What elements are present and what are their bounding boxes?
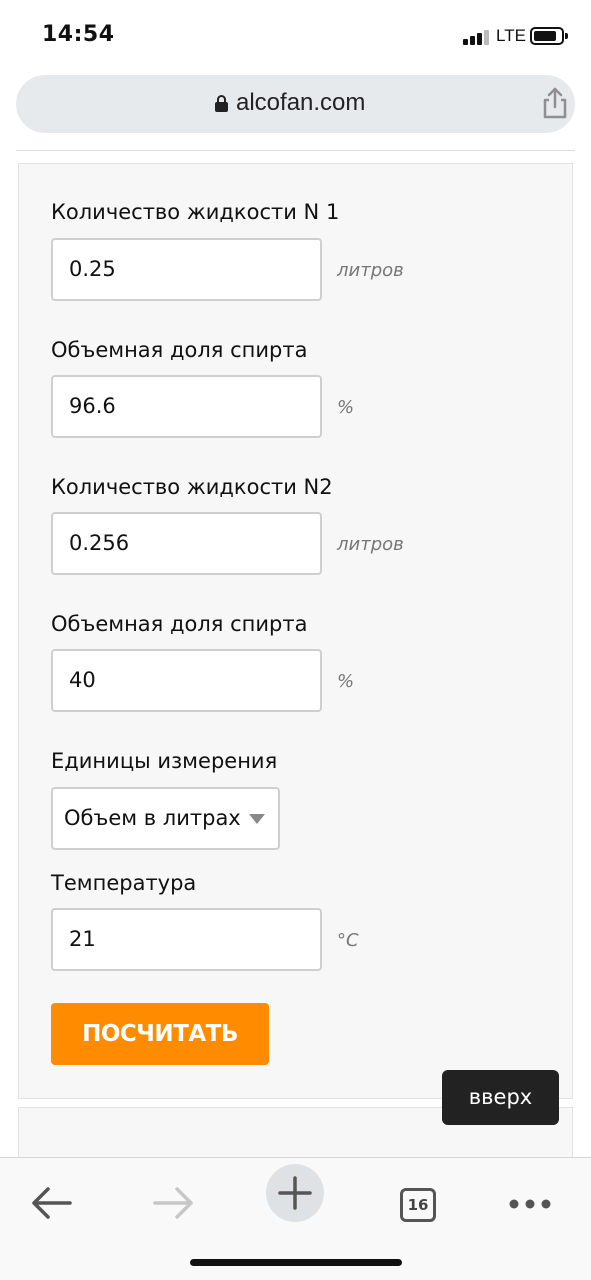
temperature-label: Температура xyxy=(51,871,197,895)
liquid2-unit: литров xyxy=(337,534,404,555)
alcohol2-unit: % xyxy=(337,671,355,692)
new-tab-button[interactable] xyxy=(266,1164,324,1222)
scroll-to-top-button[interactable]: вверх xyxy=(442,1070,559,1125)
liquid2-label: Количество жидкости N2 xyxy=(51,475,333,499)
divider xyxy=(16,150,575,151)
status-time: 14:54 xyxy=(42,22,115,47)
alcohol2-label: Объемная доля спирта xyxy=(51,612,308,636)
alcohol2-input[interactable]: 40 xyxy=(51,649,322,712)
temperature-input[interactable]: 21 xyxy=(51,908,322,971)
tab-count: 16 xyxy=(400,1188,436,1222)
more-button[interactable] xyxy=(500,1170,560,1230)
liquid1-label: Количество жидкости N 1 xyxy=(51,200,340,224)
share-icon[interactable] xyxy=(540,87,570,119)
lock-icon xyxy=(215,95,228,112)
liquid1-unit: литров xyxy=(337,260,404,281)
calculate-button[interactable]: ПОСЧИТАТЬ xyxy=(51,1003,269,1065)
forward-button[interactable] xyxy=(143,1170,203,1230)
units-selected-value: Объем в литрах xyxy=(64,806,241,830)
alcohol1-unit: % xyxy=(337,397,355,418)
tabs-button[interactable]: 16 xyxy=(388,1170,448,1230)
units-select[interactable]: Объем в литрах xyxy=(51,787,280,850)
arrow-right-icon xyxy=(153,1187,193,1219)
arrow-left-icon xyxy=(32,1187,72,1219)
liquid2-input[interactable]: 0.256 xyxy=(51,512,322,575)
alcohol1-input[interactable]: 96.6 xyxy=(51,375,322,438)
network-type: LTE xyxy=(496,26,526,45)
alcohol1-label: Объемная доля спирта xyxy=(51,338,308,362)
liquid1-input[interactable]: 0.25 xyxy=(51,238,322,301)
home-indicator xyxy=(190,1259,402,1266)
address-bar[interactable]: alcofan.com xyxy=(16,75,575,133)
back-button[interactable] xyxy=(22,1170,82,1230)
more-dots-icon xyxy=(509,1199,551,1209)
url-text: alcofan.com xyxy=(236,89,366,116)
plus-icon xyxy=(278,1176,312,1210)
temperature-unit: °C xyxy=(337,930,359,951)
units-label: Единицы измерения xyxy=(51,749,278,773)
chevron-down-icon xyxy=(249,814,265,824)
cellular-signal-icon xyxy=(463,29,491,45)
battery-icon xyxy=(530,27,568,45)
status-bar: 14:54 LTE xyxy=(0,0,591,72)
